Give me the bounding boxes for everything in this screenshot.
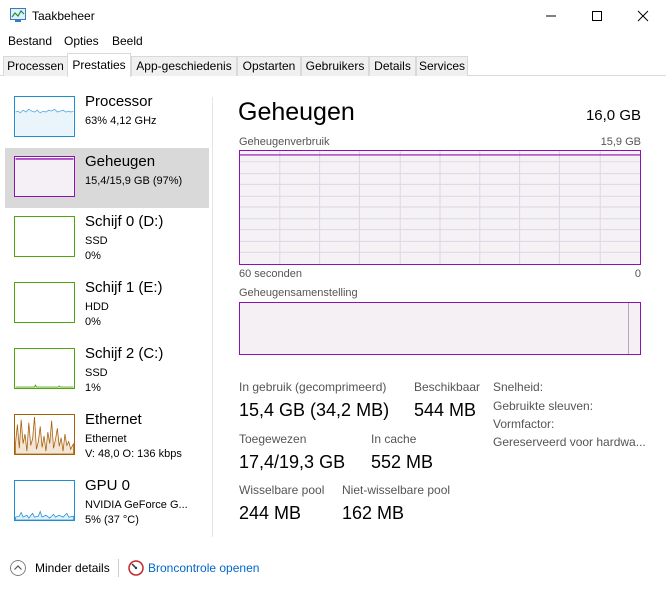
resource-name: Ethernet (85, 411, 142, 428)
memory-composition-bar (239, 302, 641, 355)
memory-thumbnail-graph (14, 156, 75, 197)
tab-startup[interactable]: Opstarten (237, 56, 301, 76)
window-title: Taakbeheer (32, 9, 95, 23)
tab-users[interactable]: Gebruikers (301, 56, 369, 76)
resource-usage: 5% (37 °C) (85, 514, 139, 526)
memory-usage-graph (239, 150, 641, 265)
menu-file[interactable]: Bestand (8, 34, 52, 48)
resource-detail: SSD (85, 235, 108, 247)
close-icon (637, 10, 649, 22)
in-use-value: 15,4 GB (34,2 MB) (239, 400, 390, 420)
resource-disk-1[interactable]: Schijf 1 (E:) HDD 0% (5, 274, 209, 334)
resource-detail: SSD (85, 367, 108, 379)
paged-pool-value: 244 MB (239, 503, 302, 523)
resource-usage: 1% (85, 382, 101, 394)
resource-detail: 63% 4,12 GHz (85, 115, 157, 127)
time-range-label: 60 seconden (239, 268, 302, 280)
menu-options[interactable]: Opties (64, 34, 99, 48)
menu-view[interactable]: Beeld (112, 34, 143, 48)
taskmanager-icon (10, 8, 26, 22)
tab-label: Prestaties (72, 58, 126, 72)
disk-2-thumbnail-graph (14, 348, 75, 389)
committed-label: Toegewezen (239, 432, 307, 446)
usage-graph-max: 15,9 GB (600, 136, 641, 148)
resource-detail: HDD (85, 301, 109, 313)
paged-pool-label: Wisselbare pool (239, 483, 325, 497)
form-factor-property: Vormfactor: (493, 417, 555, 431)
tab-label: Opstarten (242, 59, 296, 73)
detail-title: Geheugen (238, 98, 355, 126)
resource-gpu[interactable]: GPU 0 NVIDIA GeForce G... 5% (37 °C) (5, 472, 209, 532)
hardware-reserved-property: Gereserveerd voor hardwa... (493, 435, 646, 449)
panel-divider (212, 97, 213, 537)
resource-name: Processor (85, 93, 153, 110)
tab-label: Details (374, 59, 411, 73)
committed-value: 17,4/19,3 GB (239, 452, 346, 472)
resource-disk-0[interactable]: Schijf 0 (D:) SSD 0% (5, 208, 209, 268)
available-label: Beschikbaar (414, 380, 481, 394)
menu-bar: Bestand Opties Beeld (0, 31, 666, 52)
cpu-thumbnail-graph (14, 96, 75, 137)
ethernet-thumbnail-graph (14, 414, 75, 455)
resource-name: Schijf 0 (D:) (85, 213, 164, 230)
resource-ethernet[interactable]: Ethernet Ethernet V: 48,0 O: 136 kbps (5, 406, 209, 466)
resource-usage: 0% (85, 250, 101, 262)
resource-detail: Ethernet (85, 433, 127, 445)
resource-name: Schijf 2 (C:) (85, 345, 164, 362)
disk-0-thumbnail-graph (14, 216, 75, 257)
memory-total: 16,0 GB (585, 107, 641, 124)
tab-strip: Processen Prestaties App-geschiedenis Op… (0, 52, 666, 77)
disk-1-thumbnail-graph (14, 282, 75, 323)
usage-graph-label: Geheugenverbruik (239, 136, 330, 148)
footer: Minder details Broncontrole openen (0, 555, 666, 581)
composition-segment (628, 303, 629, 354)
tab-details[interactable]: Details (369, 56, 416, 76)
time-end-label: 0 (634, 268, 641, 280)
resource-cpu[interactable]: Processor 63% 4,12 GHz (5, 88, 209, 148)
minimize-icon (546, 15, 556, 17)
composition-label: Geheugensamenstelling (239, 287, 358, 299)
close-button[interactable] (620, 0, 666, 31)
resource-usage: 0% (85, 316, 101, 328)
slots-used-property: Gebruikte sleuven: (493, 399, 594, 413)
nonpaged-pool-value: 162 MB (342, 503, 405, 523)
resource-detail: 15,4/15,9 GB (97%) (85, 175, 183, 187)
available-value: 544 MB (414, 400, 477, 420)
tab-label: Services (418, 59, 465, 73)
tab-performance[interactable]: Prestaties (67, 53, 131, 77)
in-use-label: In gebruik (gecomprimeerd) (239, 380, 387, 394)
gpu-thumbnail-graph (14, 480, 75, 521)
footer-divider (118, 559, 119, 577)
resource-name: Schijf 1 (E:) (85, 279, 163, 296)
resource-detail: NVIDIA GeForce G... (85, 499, 188, 511)
maximize-button[interactable] (574, 0, 620, 31)
maximize-icon (592, 11, 602, 21)
resource-name: Geheugen (85, 153, 156, 170)
tab-label: App-geschiedenis (136, 59, 232, 73)
cached-label: In cache (371, 432, 417, 446)
resource-memory[interactable]: Geheugen 15,4/15,9 GB (97%) (5, 148, 209, 208)
cached-value: 552 MB (371, 452, 434, 472)
fewer-details-button[interactable]: Minder details (35, 561, 110, 575)
tab-app-history[interactable]: App-geschiedenis (131, 56, 237, 76)
chevron-up-icon[interactable] (10, 560, 26, 576)
minimize-button[interactable] (528, 0, 574, 31)
tab-label: Gebruikers (305, 59, 365, 73)
nonpaged-pool-label: Niet-wisselbare pool (342, 483, 451, 497)
resource-disk-2[interactable]: Schijf 2 (C:) SSD 1% (5, 340, 209, 400)
resource-monitor-icon[interactable] (128, 560, 144, 576)
title-bar: Taakbeheer (0, 0, 666, 31)
open-resource-monitor-link[interactable]: Broncontrole openen (148, 561, 259, 575)
resource-usage: V: 48,0 O: 136 kbps (85, 448, 182, 460)
tab-processes[interactable]: Processen (3, 56, 68, 76)
tab-label: Processen (7, 59, 64, 73)
tab-services[interactable]: Services (416, 56, 468, 76)
speed-property: Snelheid: (493, 380, 544, 394)
resource-name: GPU 0 (85, 477, 131, 494)
